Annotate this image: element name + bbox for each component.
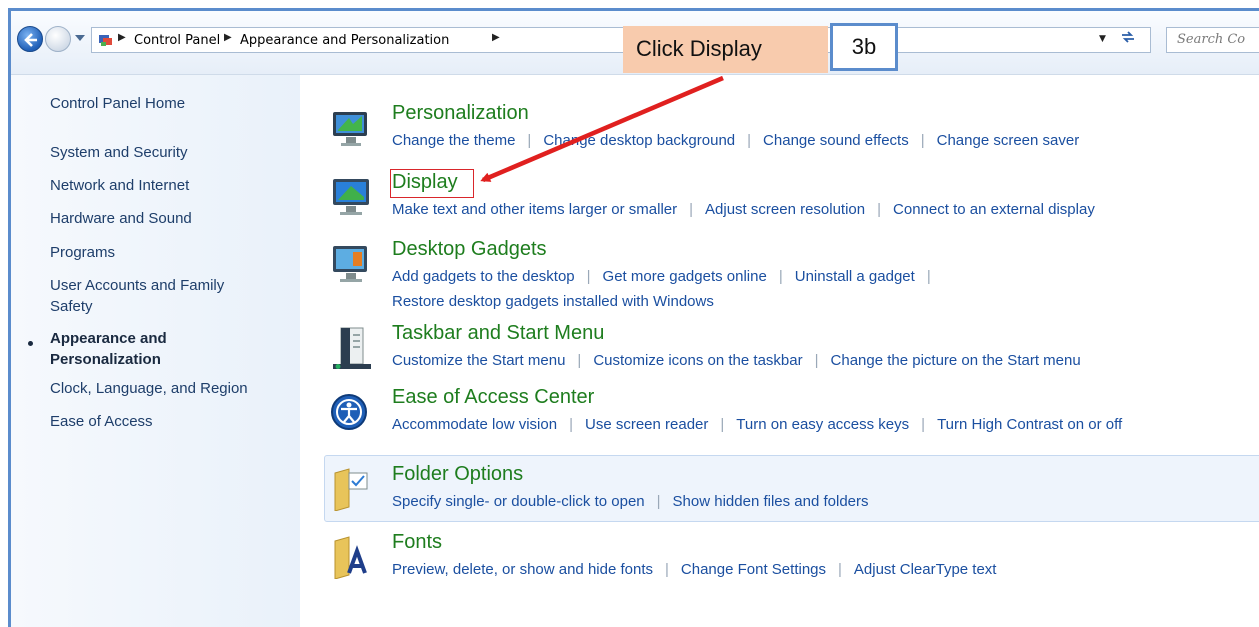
forward-button[interactable]: [45, 26, 71, 52]
link-change-the-theme[interactable]: Change the theme: [392, 132, 515, 149]
task-ease-of-access-center: Ease of Access Center Accommodate low vi…: [324, 386, 1259, 446]
sidebar-item-control-panel-home[interactable]: Control Panel Home: [50, 93, 280, 114]
sidebar-item-system-and-security[interactable]: System and Security: [50, 142, 280, 163]
control-panel-icon: [99, 35, 112, 46]
link-separator: |: [877, 201, 882, 218]
task-title-folder-options[interactable]: Folder Options: [392, 463, 523, 486]
breadcrumb-separator-icon: ▶: [224, 32, 232, 43]
link-separator: |: [569, 416, 573, 433]
task-title-taskbar-start-menu[interactable]: Taskbar and Start Menu: [392, 322, 604, 345]
arrow-left-icon: [24, 33, 37, 47]
link-separator: |: [689, 201, 694, 218]
step-badge: 3b: [830, 23, 898, 71]
link-uninstall-gadget[interactable]: Uninstall a gadget: [795, 268, 915, 285]
control-panel-window: ▶ Control Panel ▶ Appearance and Persona…: [8, 8, 1259, 627]
sidebar: Control Panel Home System and Security N…: [11, 75, 300, 627]
link-separator: |: [747, 132, 752, 149]
link-get-more-gadgets[interactable]: Get more gadgets online: [603, 268, 767, 285]
link-turn-high-contrast[interactable]: Turn High Contrast on or off: [937, 416, 1122, 433]
sidebar-item-clock-language-region[interactable]: Clock, Language, and Region: [50, 378, 280, 399]
link-change-start-menu-picture[interactable]: Change the picture on the Start menu: [831, 352, 1081, 369]
link-preview-delete-fonts[interactable]: Preview, delete, or show and hide fonts: [392, 561, 653, 578]
link-separator: |: [656, 493, 661, 510]
ease-of-access-icon: [331, 394, 367, 430]
gadgets-links-row2: Restore desktop gadgets installed with W…: [392, 293, 714, 310]
link-customize-start-menu[interactable]: Customize the Start menu: [392, 352, 565, 369]
taskbar-icon: [333, 327, 371, 369]
link-accommodate-low-vision[interactable]: Accommodate low vision: [392, 416, 557, 433]
task-desktop-gadgets: Desktop Gadgets Add gadgets to the deskt…: [324, 238, 1259, 318]
sidebar-item-ease-of-access[interactable]: Ease of Access: [50, 411, 280, 432]
search-input[interactable]: Search Co: [1166, 27, 1259, 53]
task-taskbar-start-menu: Taskbar and Start Menu Customize the Sta…: [324, 322, 1259, 382]
link-connect-external-display[interactable]: Connect to an external display: [893, 201, 1095, 218]
folder-options-icon: [334, 468, 368, 511]
gadgets-links-row1: Add gadgets to the desktop | Get more gadg…: [392, 268, 943, 285]
personalization-links: Change the theme | Change desktop backgrou…: [392, 132, 1079, 149]
display-highlight-box: [390, 169, 474, 198]
link-separator: |: [778, 268, 783, 285]
task-fonts: Fonts Preview, delete, or show and hide …: [324, 531, 1259, 591]
link-adjust-screen-resolution[interactable]: Adjust screen resolution: [705, 201, 865, 218]
gadgets-icon: [333, 246, 367, 282]
fonts-icon: [334, 536, 367, 579]
task-folder-options: Folder Options Specify single- or double…: [324, 463, 1259, 523]
sidebar-item-user-accounts[interactable]: User Accounts and Family Safety: [50, 275, 250, 317]
display-icon: [333, 179, 369, 215]
link-separator: |: [665, 561, 669, 578]
recent-pages-dropdown-icon[interactable]: [75, 34, 85, 42]
personalization-icon: [333, 112, 367, 146]
link-show-hidden-files[interactable]: Show hidden files and folders: [673, 493, 869, 510]
link-make-text-larger[interactable]: Make text and other items larger or smal…: [392, 201, 677, 218]
link-change-desktop-background[interactable]: Change desktop background: [543, 132, 735, 149]
sidebar-item-programs[interactable]: Programs: [50, 242, 280, 263]
link-change-sound-effects[interactable]: Change sound effects: [763, 132, 909, 149]
breadcrumb-control-panel[interactable]: Control Panel: [134, 33, 220, 48]
sidebar-item-network-and-internet[interactable]: Network and Internet: [50, 175, 280, 196]
breadcrumb-appearance-and-personalization[interactable]: Appearance and Personalization: [240, 33, 449, 48]
task-title-personalization[interactable]: Personalization: [392, 102, 529, 125]
task-title-ease-of-access-center[interactable]: Ease of Access Center: [392, 386, 594, 409]
link-restore-gadgets[interactable]: Restore desktop gadgets installed with W…: [392, 293, 714, 310]
breadcrumb-separator-icon: ▶: [118, 32, 126, 43]
sidebar-item-hardware-and-sound[interactable]: Hardware and Sound: [50, 208, 280, 229]
link-add-gadgets[interactable]: Add gadgets to the desktop: [392, 268, 575, 285]
link-separator: |: [527, 132, 532, 149]
link-separator: |: [921, 416, 926, 433]
ease-of-access-links: Accommodate low vision | Use screen reader…: [392, 416, 1122, 433]
link-adjust-cleartype[interactable]: Adjust ClearType text: [854, 561, 997, 578]
sidebar-item-appearance-and-personalization[interactable]: Appearance and Personalization: [50, 328, 210, 370]
breadcrumb[interactable]: ▶ Control Panel ▶ Appearance and Persona…: [91, 27, 1151, 53]
link-separator: |: [926, 268, 931, 285]
link-turn-on-easy-access-keys[interactable]: Turn on easy access keys: [736, 416, 909, 433]
fonts-links: Preview, delete, or show and hide fonts |…: [392, 561, 996, 578]
folder-options-links: Specify single- or double-click to open |…: [392, 493, 869, 510]
instruction-callout: Click Display: [623, 26, 828, 73]
refresh-button[interactable]: [1115, 30, 1141, 51]
link-change-screen-saver[interactable]: Change screen saver: [937, 132, 1080, 149]
link-customize-taskbar-icons[interactable]: Customize icons on the taskbar: [593, 352, 802, 369]
link-use-screen-reader[interactable]: Use screen reader: [585, 416, 708, 433]
task-title-desktop-gadgets[interactable]: Desktop Gadgets: [392, 238, 547, 261]
link-separator: |: [720, 416, 725, 433]
task-title-fonts[interactable]: Fonts: [392, 531, 442, 554]
link-change-font-settings[interactable]: Change Font Settings: [681, 561, 826, 578]
refresh-icon: [1122, 31, 1134, 43]
display-links: Make text and other items larger or smal…: [392, 201, 1095, 218]
current-section-bullet: [28, 341, 33, 346]
task-personalization: Personalization Change the theme | Change …: [324, 102, 1259, 162]
link-separator: |: [577, 352, 582, 369]
back-button[interactable]: [17, 26, 43, 52]
taskbar-links: Customize the Start menu | Customize icons…: [392, 352, 1081, 369]
link-separator: |: [586, 268, 591, 285]
link-single-double-click[interactable]: Specify single- or double-click to open: [392, 493, 645, 510]
link-separator: |: [838, 561, 842, 578]
breadcrumb-separator-icon: ▶: [492, 32, 500, 43]
address-dropdown-icon[interactable]: ▼: [1099, 34, 1106, 44]
link-separator: |: [814, 352, 819, 369]
address-bar: ▶ Control Panel ▶ Appearance and Persona…: [11, 11, 1259, 75]
link-separator: |: [920, 132, 925, 149]
